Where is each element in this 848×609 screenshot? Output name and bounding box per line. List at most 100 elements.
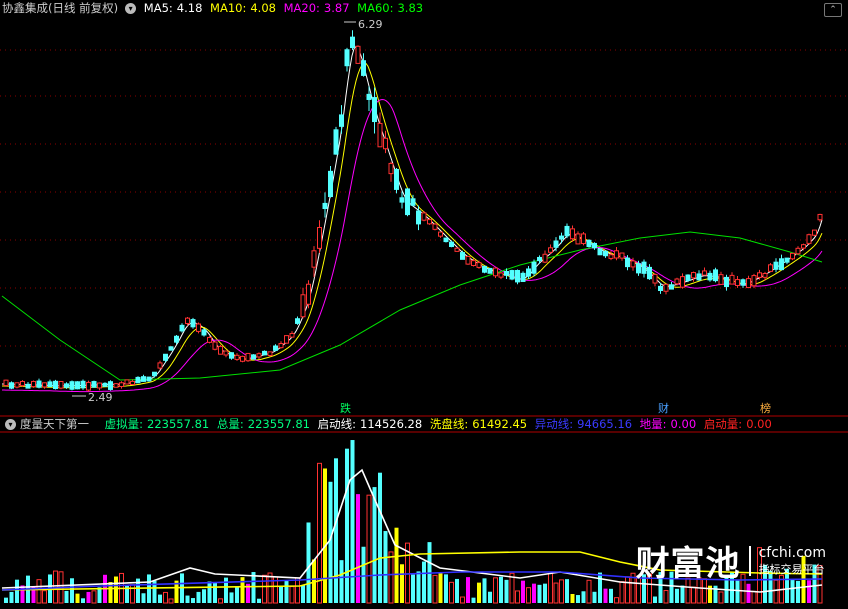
candle-body bbox=[58, 380, 64, 389]
ma10-label: MA10: bbox=[210, 1, 247, 15]
candle-body bbox=[388, 162, 394, 175]
volume-bar bbox=[81, 598, 85, 603]
price-grid bbox=[0, 49, 848, 347]
candle-body bbox=[190, 319, 196, 328]
candle-body bbox=[575, 233, 581, 245]
volume-bar bbox=[130, 584, 135, 604]
candle-body bbox=[278, 343, 284, 349]
volume-bar bbox=[543, 583, 547, 603]
candle-body bbox=[597, 248, 603, 256]
candle-body bbox=[658, 285, 663, 291]
chevron-down-icon[interactable]: ▾ bbox=[5, 419, 16, 430]
ma20-value: 3.87 bbox=[323, 1, 350, 15]
candle-body bbox=[284, 335, 289, 344]
candle-body bbox=[559, 235, 564, 240]
ground-volume-label: 地量: bbox=[639, 417, 667, 431]
candle-body bbox=[531, 261, 537, 274]
volume-bar bbox=[675, 588, 679, 603]
candle-body bbox=[229, 352, 234, 359]
volume-bar bbox=[499, 576, 503, 603]
candle-body bbox=[718, 274, 724, 285]
candle-body bbox=[548, 247, 553, 253]
ma10-value: 4.08 bbox=[250, 1, 276, 15]
candle-body bbox=[174, 335, 179, 343]
candle-body bbox=[399, 197, 405, 203]
volume-bar bbox=[477, 582, 481, 603]
volume-bar bbox=[570, 593, 575, 603]
candle-body bbox=[806, 234, 812, 244]
candle-body bbox=[383, 137, 388, 150]
candle-body bbox=[762, 273, 768, 278]
candle-body bbox=[608, 254, 614, 259]
candle-body bbox=[86, 381, 91, 391]
candle-body bbox=[42, 382, 47, 388]
volume-bar bbox=[394, 527, 399, 603]
volume-bar bbox=[168, 598, 174, 604]
volume-bar bbox=[36, 579, 42, 604]
volume-bar bbox=[537, 584, 542, 603]
candle-body bbox=[751, 275, 757, 287]
window-toggle-icon[interactable]: ⌃ bbox=[824, 3, 842, 17]
candle-body bbox=[20, 380, 25, 387]
volume-bar bbox=[91, 590, 97, 604]
candle-body bbox=[652, 273, 658, 284]
volume-bar bbox=[15, 579, 19, 603]
indicator-title: 度量天下第一 bbox=[20, 417, 89, 431]
volume-bar bbox=[350, 440, 355, 603]
candle-body bbox=[405, 188, 410, 216]
volume-bar bbox=[581, 591, 586, 603]
start-volume-label: 启动量: bbox=[703, 417, 743, 431]
volume-bar bbox=[400, 564, 404, 603]
candle-body bbox=[185, 317, 190, 325]
candle-body bbox=[9, 382, 14, 389]
volume-bar bbox=[114, 576, 118, 603]
tag-cai: 财 bbox=[658, 402, 669, 415]
candle-body bbox=[460, 252, 465, 260]
candle-body bbox=[691, 272, 696, 279]
candle-body bbox=[581, 233, 586, 245]
candle-body bbox=[91, 381, 97, 388]
candle-body bbox=[300, 294, 306, 318]
candle-body bbox=[592, 242, 597, 249]
volume-bar bbox=[438, 572, 443, 603]
volume-bar bbox=[592, 591, 597, 603]
candle-body bbox=[801, 244, 806, 249]
candle-body bbox=[520, 272, 526, 282]
ma5-value: 4.18 bbox=[176, 1, 203, 15]
candle-body bbox=[3, 379, 9, 387]
candle-body bbox=[256, 353, 262, 358]
candle-body bbox=[201, 329, 207, 336]
chevron-down-icon[interactable]: ▾ bbox=[125, 3, 137, 14]
volume-bar bbox=[493, 577, 498, 604]
volume-bar bbox=[614, 597, 619, 604]
volume-bar bbox=[586, 579, 592, 604]
candle-body bbox=[179, 324, 185, 332]
volume-bar bbox=[306, 522, 311, 603]
volume-bar bbox=[163, 591, 168, 604]
candle-body bbox=[427, 219, 432, 225]
brand-name: 财富池 bbox=[635, 544, 741, 584]
volume-bar bbox=[4, 597, 8, 603]
total-volume-value: 223557.81 bbox=[247, 417, 310, 431]
volume-bar bbox=[202, 589, 206, 603]
brand-slogan: 指标交易平台 bbox=[758, 562, 825, 576]
tag-bang: 榜 bbox=[760, 402, 771, 415]
candle-body bbox=[471, 260, 476, 267]
start-line-label: 启动线: bbox=[317, 417, 356, 431]
watermark-logo: 财富池 cfchi.com 指标交易平台 bbox=[636, 536, 826, 585]
candle-body bbox=[784, 257, 790, 263]
candle-body bbox=[614, 250, 619, 259]
candle-body bbox=[207, 336, 212, 343]
candlesticks bbox=[3, 30, 823, 392]
volume-bar bbox=[411, 574, 415, 603]
candle-body bbox=[218, 345, 223, 355]
volume-bar bbox=[301, 585, 305, 603]
volume-bar bbox=[455, 578, 459, 603]
candle-body bbox=[735, 279, 740, 286]
candle-body bbox=[196, 323, 201, 332]
candle-body bbox=[306, 283, 311, 305]
candle-body bbox=[344, 49, 350, 67]
volume-bar bbox=[532, 583, 536, 603]
candle-body bbox=[757, 272, 762, 278]
volume-bar bbox=[207, 581, 212, 603]
